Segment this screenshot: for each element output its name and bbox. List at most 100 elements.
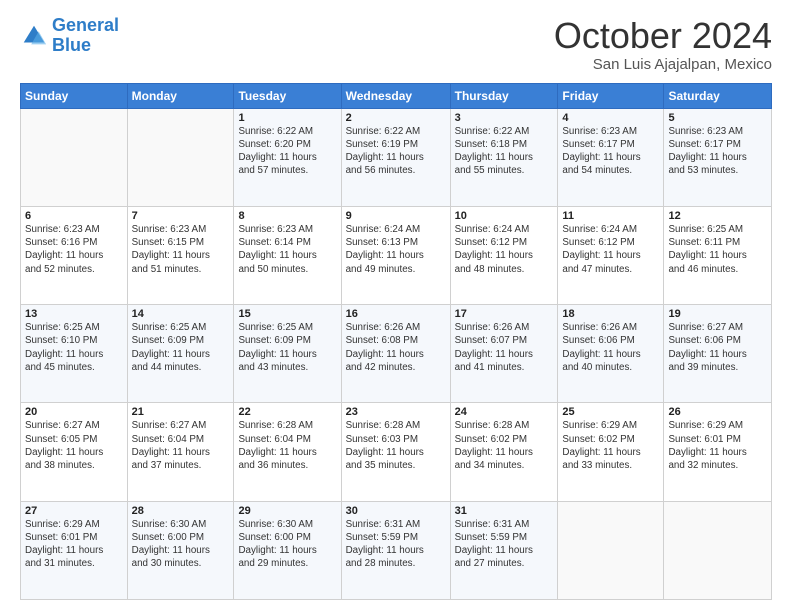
logo-text: General Blue: [52, 16, 119, 56]
calendar-cell: 15Sunrise: 6:25 AM Sunset: 6:09 PM Dayli…: [234, 305, 341, 403]
day-number: 2: [346, 112, 446, 124]
calendar-cell: 26Sunrise: 6:29 AM Sunset: 6:01 PM Dayli…: [664, 403, 772, 501]
day-number: 10: [455, 210, 554, 222]
day-info: Sunrise: 6:28 AM Sunset: 6:04 PM Dayligh…: [238, 419, 336, 472]
location: San Luis Ajajalpan, Mexico: [554, 56, 772, 73]
calendar-cell: 12Sunrise: 6:25 AM Sunset: 6:11 PM Dayli…: [664, 206, 772, 304]
logo-line1: General: [52, 15, 119, 35]
calendar-cell: 19Sunrise: 6:27 AM Sunset: 6:06 PM Dayli…: [664, 305, 772, 403]
day-info: Sunrise: 6:23 AM Sunset: 6:15 PM Dayligh…: [132, 223, 230, 276]
day-info: Sunrise: 6:30 AM Sunset: 6:00 PM Dayligh…: [132, 518, 230, 571]
day-info: Sunrise: 6:30 AM Sunset: 6:00 PM Dayligh…: [238, 518, 336, 571]
calendar-cell: 17Sunrise: 6:26 AM Sunset: 6:07 PM Dayli…: [450, 305, 558, 403]
calendar-cell: 3Sunrise: 6:22 AM Sunset: 6:18 PM Daylig…: [450, 108, 558, 206]
day-info: Sunrise: 6:25 AM Sunset: 6:10 PM Dayligh…: [25, 321, 123, 374]
day-info: Sunrise: 6:31 AM Sunset: 5:59 PM Dayligh…: [455, 518, 554, 571]
calendar-header: SundayMondayTuesdayWednesdayThursdayFrid…: [21, 83, 772, 108]
calendar-cell: 8Sunrise: 6:23 AM Sunset: 6:14 PM Daylig…: [234, 206, 341, 304]
day-number: 27: [25, 505, 123, 517]
header: General Blue October 2024 San Luis Ajaja…: [20, 16, 772, 73]
calendar-cell: 22Sunrise: 6:28 AM Sunset: 6:04 PM Dayli…: [234, 403, 341, 501]
logo: General Blue: [20, 16, 119, 56]
calendar-cell: 4Sunrise: 6:23 AM Sunset: 6:17 PM Daylig…: [558, 108, 664, 206]
weekday-header: Thursday: [450, 83, 558, 108]
day-number: 4: [562, 112, 659, 124]
day-info: Sunrise: 6:24 AM Sunset: 6:12 PM Dayligh…: [562, 223, 659, 276]
day-number: 23: [346, 406, 446, 418]
calendar-cell: 30Sunrise: 6:31 AM Sunset: 5:59 PM Dayli…: [341, 501, 450, 599]
calendar-cell: 5Sunrise: 6:23 AM Sunset: 6:17 PM Daylig…: [664, 108, 772, 206]
day-number: 16: [346, 308, 446, 320]
weekday-header: Sunday: [21, 83, 128, 108]
day-number: 3: [455, 112, 554, 124]
weekday-header: Tuesday: [234, 83, 341, 108]
day-number: 1: [238, 112, 336, 124]
calendar-cell: 9Sunrise: 6:24 AM Sunset: 6:13 PM Daylig…: [341, 206, 450, 304]
calendar-cell: 27Sunrise: 6:29 AM Sunset: 6:01 PM Dayli…: [21, 501, 128, 599]
calendar-cell: 11Sunrise: 6:24 AM Sunset: 6:12 PM Dayli…: [558, 206, 664, 304]
day-number: 13: [25, 308, 123, 320]
calendar-cell: 23Sunrise: 6:28 AM Sunset: 6:03 PM Dayli…: [341, 403, 450, 501]
calendar-body: 1Sunrise: 6:22 AM Sunset: 6:20 PM Daylig…: [21, 108, 772, 599]
day-info: Sunrise: 6:25 AM Sunset: 6:09 PM Dayligh…: [238, 321, 336, 374]
day-info: Sunrise: 6:22 AM Sunset: 6:20 PM Dayligh…: [238, 125, 336, 178]
calendar-cell: [664, 501, 772, 599]
calendar-cell: 7Sunrise: 6:23 AM Sunset: 6:15 PM Daylig…: [127, 206, 234, 304]
day-number: 20: [25, 406, 123, 418]
day-info: Sunrise: 6:23 AM Sunset: 6:17 PM Dayligh…: [562, 125, 659, 178]
day-number: 5: [668, 112, 767, 124]
day-info: Sunrise: 6:29 AM Sunset: 6:02 PM Dayligh…: [562, 419, 659, 472]
day-number: 14: [132, 308, 230, 320]
day-number: 9: [346, 210, 446, 222]
calendar-cell: 14Sunrise: 6:25 AM Sunset: 6:09 PM Dayli…: [127, 305, 234, 403]
day-number: 12: [668, 210, 767, 222]
day-info: Sunrise: 6:29 AM Sunset: 6:01 PM Dayligh…: [25, 518, 123, 571]
day-info: Sunrise: 6:23 AM Sunset: 6:16 PM Dayligh…: [25, 223, 123, 276]
day-number: 29: [238, 505, 336, 517]
day-info: Sunrise: 6:23 AM Sunset: 6:14 PM Dayligh…: [238, 223, 336, 276]
day-number: 24: [455, 406, 554, 418]
weekday-header: Monday: [127, 83, 234, 108]
calendar-cell: 25Sunrise: 6:29 AM Sunset: 6:02 PM Dayli…: [558, 403, 664, 501]
calendar-cell: 10Sunrise: 6:24 AM Sunset: 6:12 PM Dayli…: [450, 206, 558, 304]
day-info: Sunrise: 6:27 AM Sunset: 6:06 PM Dayligh…: [668, 321, 767, 374]
day-info: Sunrise: 6:31 AM Sunset: 5:59 PM Dayligh…: [346, 518, 446, 571]
day-info: Sunrise: 6:27 AM Sunset: 6:04 PM Dayligh…: [132, 419, 230, 472]
day-number: 22: [238, 406, 336, 418]
day-number: 11: [562, 210, 659, 222]
day-number: 30: [346, 505, 446, 517]
day-number: 19: [668, 308, 767, 320]
day-info: Sunrise: 6:24 AM Sunset: 6:12 PM Dayligh…: [455, 223, 554, 276]
day-number: 6: [25, 210, 123, 222]
day-info: Sunrise: 6:22 AM Sunset: 6:18 PM Dayligh…: [455, 125, 554, 178]
day-number: 31: [455, 505, 554, 517]
day-number: 15: [238, 308, 336, 320]
weekday-header: Wednesday: [341, 83, 450, 108]
day-info: Sunrise: 6:26 AM Sunset: 6:08 PM Dayligh…: [346, 321, 446, 374]
day-info: Sunrise: 6:25 AM Sunset: 6:11 PM Dayligh…: [668, 223, 767, 276]
day-info: Sunrise: 6:29 AM Sunset: 6:01 PM Dayligh…: [668, 419, 767, 472]
day-number: 21: [132, 406, 230, 418]
calendar-cell: 16Sunrise: 6:26 AM Sunset: 6:08 PM Dayli…: [341, 305, 450, 403]
day-number: 18: [562, 308, 659, 320]
calendar-cell: 28Sunrise: 6:30 AM Sunset: 6:00 PM Dayli…: [127, 501, 234, 599]
calendar-cell: 31Sunrise: 6:31 AM Sunset: 5:59 PM Dayli…: [450, 501, 558, 599]
calendar-cell: [127, 108, 234, 206]
day-info: Sunrise: 6:23 AM Sunset: 6:17 PM Dayligh…: [668, 125, 767, 178]
calendar-cell: 24Sunrise: 6:28 AM Sunset: 6:02 PM Dayli…: [450, 403, 558, 501]
logo-line2: Blue: [52, 35, 91, 55]
calendar-cell: 18Sunrise: 6:26 AM Sunset: 6:06 PM Dayli…: [558, 305, 664, 403]
calendar-cell: 21Sunrise: 6:27 AM Sunset: 6:04 PM Dayli…: [127, 403, 234, 501]
weekday-header: Saturday: [664, 83, 772, 108]
day-number: 7: [132, 210, 230, 222]
calendar-cell: [21, 108, 128, 206]
day-info: Sunrise: 6:27 AM Sunset: 6:05 PM Dayligh…: [25, 419, 123, 472]
month-title: October 2024: [554, 16, 772, 56]
calendar-table: SundayMondayTuesdayWednesdayThursdayFrid…: [20, 83, 772, 600]
logo-icon: [20, 22, 48, 50]
title-block: October 2024 San Luis Ajajalpan, Mexico: [554, 16, 772, 73]
calendar-cell: 1Sunrise: 6:22 AM Sunset: 6:20 PM Daylig…: [234, 108, 341, 206]
day-info: Sunrise: 6:22 AM Sunset: 6:19 PM Dayligh…: [346, 125, 446, 178]
weekday-header: Friday: [558, 83, 664, 108]
calendar-cell: 6Sunrise: 6:23 AM Sunset: 6:16 PM Daylig…: [21, 206, 128, 304]
